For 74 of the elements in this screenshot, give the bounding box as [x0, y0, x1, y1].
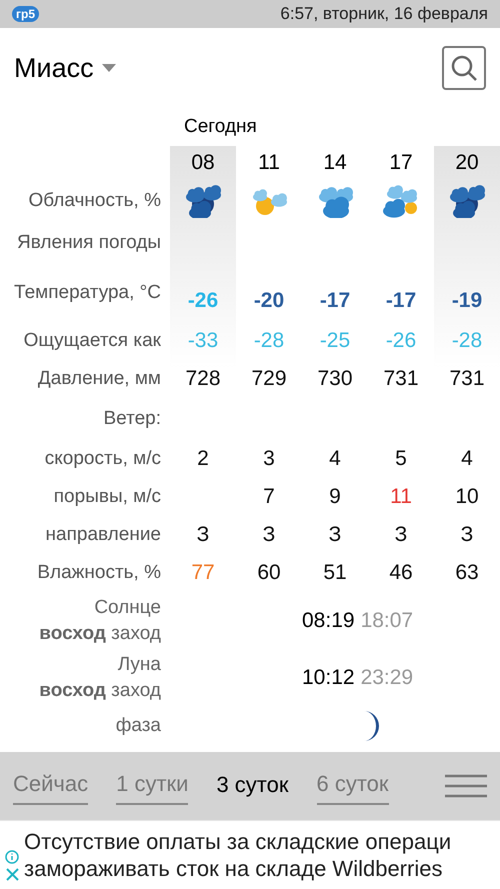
table-cell-text: 728	[185, 366, 221, 392]
table-cell-text: 63	[455, 560, 479, 586]
row-label: Луна	[118, 652, 161, 676]
info-icon[interactable]	[5, 850, 19, 864]
set-time: 18:07	[360, 608, 414, 634]
row-label: восход заход	[39, 678, 161, 702]
menu-button[interactable]	[445, 774, 487, 798]
table-cell-text: 10	[455, 484, 479, 510]
set-time: 23:29	[360, 664, 414, 691]
row-label: Влажность, %	[37, 560, 161, 585]
ad-text[interactable]: замораживать сток на складе Wildberries	[24, 855, 452, 882]
table-cell-text: З	[394, 522, 408, 548]
table-cell-text: -28	[452, 328, 482, 354]
search-icon	[450, 54, 478, 82]
table-cell-text: 51	[323, 560, 347, 586]
table-cell-text: 5	[395, 446, 407, 472]
table-cell-text: 7	[263, 484, 275, 510]
table-cell-text: -17	[386, 288, 416, 314]
table-cell-text: 2	[197, 446, 209, 472]
table-cell-text: 77	[191, 560, 215, 586]
row-label: порывы, м/с	[54, 484, 161, 509]
row-label: Солнце	[94, 596, 161, 620]
table-cell-text: -26	[188, 288, 218, 314]
table-cell-text: 46	[389, 560, 413, 586]
table-cell-text: -17	[320, 288, 350, 314]
caret-icon	[102, 64, 116, 72]
table-cell-text: 4	[329, 446, 341, 472]
row-label: фаза	[116, 714, 161, 738]
table-cell-text: 731	[449, 366, 485, 392]
table-cell-text: -20	[254, 288, 284, 314]
row-label: Давление, мм	[38, 366, 161, 391]
ad-text[interactable]: Отсутствие оплаты за складские операци	[24, 828, 452, 855]
table-cell-text: 730	[317, 366, 353, 392]
status-datetime: 6:57, вторник, 16 февраля	[280, 3, 488, 26]
table-cell-text: -19	[452, 288, 482, 314]
cloud-moon-icon	[183, 184, 223, 218]
city-dropdown[interactable]: Миасс	[14, 48, 116, 88]
rise-time: 10:12	[302, 664, 355, 691]
row-label: направление	[46, 522, 161, 547]
search-button[interactable]	[442, 46, 486, 90]
row-label: Температура, °C	[14, 280, 161, 305]
table-cell-text: 9	[329, 484, 341, 510]
cloud-moon-icon	[447, 184, 487, 218]
table-cell-text: 3	[263, 446, 275, 472]
row-label: Облачность, %	[28, 188, 161, 213]
table-cell-text: 11	[390, 484, 412, 510]
rise-time: 08:19	[302, 608, 355, 634]
row-label: Явления погоды	[17, 230, 161, 255]
table-cell-text: З	[328, 522, 342, 548]
table-cell-text: -28	[254, 328, 284, 354]
app-logo: гр5	[12, 6, 40, 22]
row-label: Ощущается как	[24, 328, 161, 353]
table-cell-text: З	[460, 522, 474, 548]
row-label: Ветер:	[103, 406, 161, 431]
table-cell-text: -33	[188, 328, 218, 354]
day-title: Сегодня	[184, 114, 257, 139]
hour-label: 17	[389, 150, 413, 176]
hour-label: 08	[191, 150, 215, 176]
hour-label: 14	[323, 150, 347, 176]
table-cell-text: -26	[386, 328, 416, 354]
period-tab[interactable]: 3 суток	[216, 768, 288, 804]
close-icon[interactable]	[6, 868, 18, 880]
table-cell-text: 731	[383, 366, 419, 392]
hour-label: 20	[455, 150, 479, 176]
row-label: восход заход	[39, 622, 161, 646]
menu-icon	[445, 774, 487, 798]
table-cell-text: -25	[320, 328, 350, 354]
table-cell-text: З	[196, 522, 210, 548]
table-cell-text: 4	[461, 446, 473, 472]
row-label: скорость, м/с	[44, 446, 161, 471]
table-cell-text: 729	[251, 366, 287, 392]
table-cell-text: 60	[257, 560, 281, 586]
hour-label: 11	[258, 150, 280, 176]
table-cell-text: З	[262, 522, 276, 548]
